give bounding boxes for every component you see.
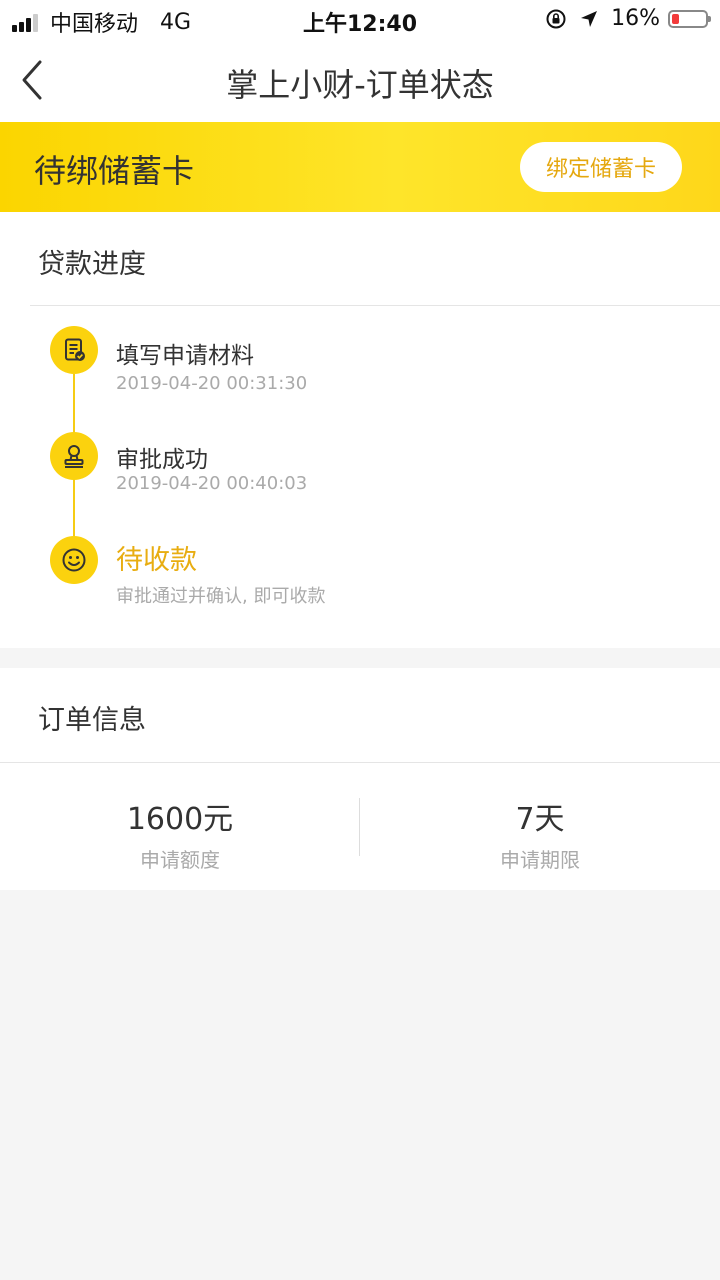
timeline-node bbox=[50, 536, 98, 584]
step-title-active: 待收款 bbox=[116, 545, 197, 576]
step-title: 审批成功 bbox=[116, 447, 208, 473]
battery-icon bbox=[668, 9, 711, 28]
order-section-title: 订单信息 bbox=[38, 705, 146, 736]
loan-term: 7天 申请期限 bbox=[360, 794, 720, 873]
timeline-node bbox=[50, 432, 98, 480]
order-info-card: 订单信息 1600元 申请额度 7天 申请期限 bbox=[0, 668, 720, 890]
loan-amount-label: 申请额度 bbox=[140, 848, 220, 872]
divider bbox=[30, 305, 720, 306]
step-timestamp: 2019-04-20 00:31:30 bbox=[116, 373, 308, 394]
step-description: 审批通过并确认, 即可收款 bbox=[116, 586, 326, 607]
bind-debit-card-button[interactable]: 绑定储蓄卡 bbox=[520, 142, 682, 192]
orientation-lock-icon bbox=[546, 9, 566, 28]
loan-amount: 1600元 申请额度 bbox=[0, 794, 360, 873]
document-check-icon bbox=[65, 338, 85, 361]
step-title: 填写申请材料 bbox=[116, 343, 254, 369]
navigation-bar: 掌上小财-订单状态 bbox=[0, 40, 720, 122]
stamp-icon bbox=[64, 445, 84, 468]
smiley-icon bbox=[62, 548, 86, 572]
loan-amount-value: 1600元 bbox=[126, 802, 234, 837]
step-timestamp: 2019-04-20 00:40:03 bbox=[116, 473, 308, 494]
timeline-connector bbox=[73, 478, 75, 538]
timeline-connector bbox=[73, 374, 75, 438]
progress-section-title: 贷款进度 bbox=[38, 249, 146, 280]
page-title: 掌上小财-订单状态 bbox=[226, 66, 494, 104]
status-right: 16% bbox=[545, 6, 711, 31]
loan-term-label: 申请期限 bbox=[500, 848, 580, 872]
status-banner: 待绑储蓄卡 绑定储蓄卡 bbox=[0, 122, 720, 212]
status-bar: 中国移动 4G 上午12:40 16% bbox=[0, 0, 720, 40]
timeline-node bbox=[50, 326, 98, 374]
loan-term-value: 7天 bbox=[515, 802, 565, 837]
location-arrow-icon bbox=[581, 10, 598, 27]
loan-progress-card: 贷款进度 填写申请材料 2019-04-20 00:31:30 审批成功 201… bbox=[0, 212, 720, 648]
banner-title: 待绑储蓄卡 bbox=[34, 152, 195, 190]
divider bbox=[0, 762, 720, 763]
battery-percent: 16% bbox=[611, 6, 660, 31]
